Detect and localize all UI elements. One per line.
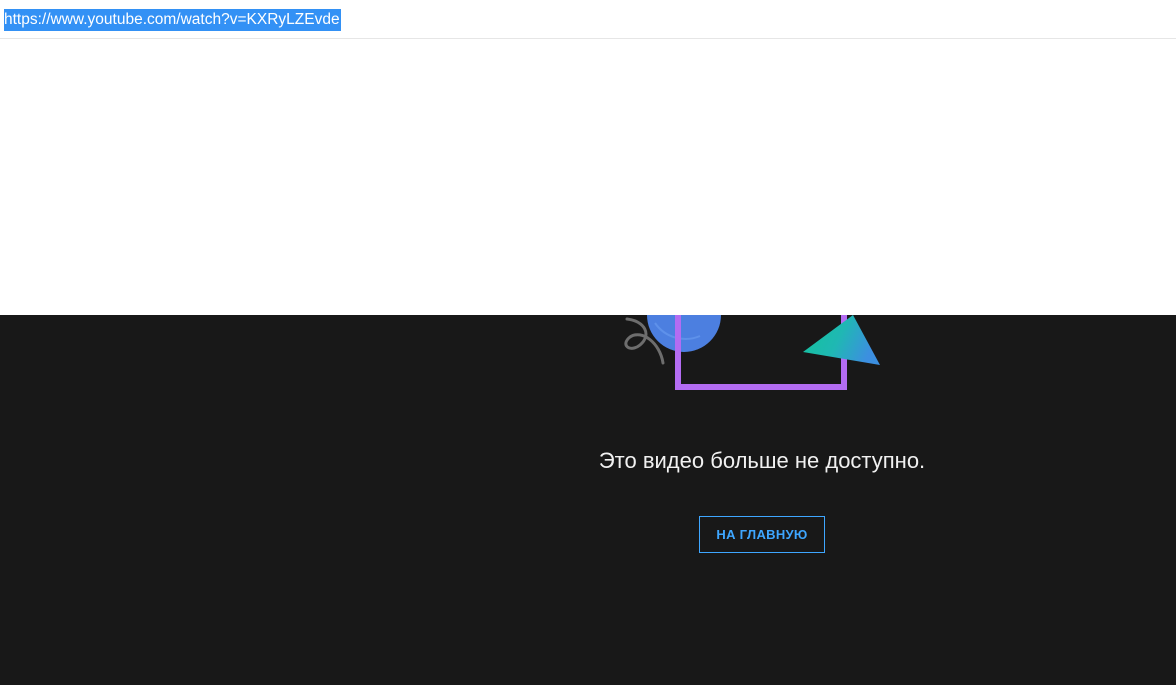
url-text[interactable]: https://www.youtube.com/watch?v=KXRyLZEv… xyxy=(4,9,341,31)
address-bar[interactable]: https://www.youtube.com/watch?v=KXRyLZEv… xyxy=(0,0,1176,39)
browser-window: https://www.youtube.com/watch?v=KXRyLZEv… xyxy=(0,0,1176,685)
blank-overlay xyxy=(0,40,1176,315)
error-page: Это видео больше не доступно. НА ГЛАВНУЮ xyxy=(0,315,1176,685)
home-button[interactable]: НА ГЛАВНУЮ xyxy=(699,516,825,553)
broken-video-illustration-icon xyxy=(624,315,880,390)
error-message: Это видео больше не доступно. xyxy=(598,448,926,473)
